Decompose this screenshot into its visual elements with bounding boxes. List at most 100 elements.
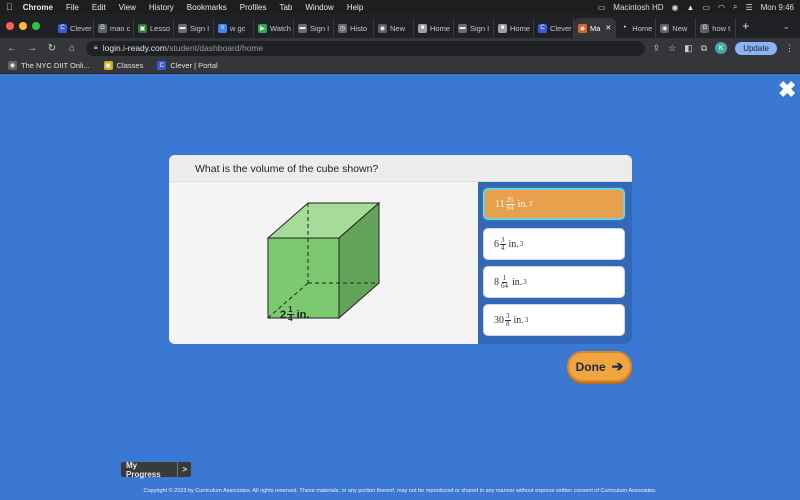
browser-tab[interactable]: ◉ New bbox=[656, 18, 697, 38]
bookmark-nyc-diit[interactable]: ◉ The NYC DIIT Onli... bbox=[8, 61, 90, 70]
adobe-icon[interactable]: ▲ bbox=[687, 3, 695, 12]
browser-tab[interactable]: ◷ Histo bbox=[334, 18, 374, 38]
browser-tab[interactable]: Gman c bbox=[94, 18, 134, 38]
url-host: login.i-ready.com bbox=[102, 43, 167, 53]
browser-tab[interactable]: ▬ Sign I bbox=[294, 18, 334, 38]
choice-denominator: 64 bbox=[501, 281, 508, 290]
apple-menu-icon[interactable]:  bbox=[6, 2, 13, 12]
menu-file[interactable]: File bbox=[66, 3, 79, 12]
zoom-window-button[interactable] bbox=[32, 22, 40, 30]
cube-figure: 2 1 4 in. bbox=[169, 182, 478, 344]
back-arrow-icon[interactable]: ← bbox=[6, 43, 18, 54]
browser-tab[interactable]: ▬ Sign I bbox=[454, 18, 494, 38]
battery-icon[interactable]: ▭ bbox=[702, 3, 710, 12]
home-icon[interactable]: ⌂ bbox=[66, 43, 78, 54]
my-progress-button[interactable]: My Progress > bbox=[121, 461, 191, 479]
new-tab-button[interactable]: + bbox=[742, 19, 749, 33]
tab-close-icon[interactable]: ✕ bbox=[605, 24, 611, 32]
tab-search-chevron-icon[interactable]: ⌄ bbox=[782, 21, 790, 32]
lock-icon: 🔒︎ bbox=[94, 44, 98, 51]
browser-tab[interactable]: ■ Home bbox=[494, 18, 534, 38]
reload-icon[interactable]: ↻ bbox=[46, 43, 58, 54]
drive-icon[interactable]: ▭ bbox=[598, 3, 606, 12]
done-button[interactable]: Done ➔ bbox=[567, 351, 632, 382]
disk-name[interactable]: Macintosh HD bbox=[613, 3, 663, 12]
macos-menu-bar:  Chrome File Edit View History Bookmark… bbox=[0, 0, 800, 14]
tab-label: Clever bbox=[550, 23, 572, 33]
menubar-status-area: ▭ Macintosh HD ◉ ▲ ▭ ◠ ⌕ ☰ Mon 9:46 bbox=[598, 2, 794, 12]
forward-arrow-icon[interactable]: → bbox=[26, 43, 38, 54]
chevron-right-icon: > bbox=[182, 465, 187, 474]
menu-bookmarks[interactable]: Bookmarks bbox=[187, 3, 227, 12]
close-icon[interactable]: ✖ bbox=[778, 79, 796, 101]
tab-favicon-icon: G bbox=[98, 23, 107, 33]
bookmark-label: The NYC DIIT Onli... bbox=[21, 61, 90, 70]
minimize-window-button[interactable] bbox=[19, 22, 27, 30]
answer-choice-1[interactable]: 11 25 64 in. 3 bbox=[483, 188, 625, 220]
update-button[interactable]: Update bbox=[735, 41, 777, 55]
bookmark-classes[interactable]: ▣ Classes bbox=[103, 61, 143, 70]
tab-label: Home bbox=[430, 23, 451, 33]
copyright-footer: Copyright © 2023 by Curriculum Associate… bbox=[143, 488, 657, 494]
tab-label: Home bbox=[510, 23, 531, 33]
menu-history[interactable]: History bbox=[149, 3, 174, 12]
answer-choice-3[interactable]: 8 1 64 in. 3 bbox=[483, 266, 625, 298]
answer-choice-2[interactable]: 6 34 in. 3 bbox=[483, 228, 625, 260]
tab-favicon-icon: C bbox=[58, 23, 67, 33]
browser-tab[interactable]: ■ Home bbox=[414, 18, 454, 38]
bookmark-star-icon[interactable]: ☆ bbox=[668, 43, 676, 54]
menu-profiles[interactable]: Profiles bbox=[240, 3, 267, 12]
choice-exponent: 3 bbox=[524, 316, 529, 324]
browser-tab[interactable]: C Clever bbox=[534, 18, 574, 38]
menu-tab[interactable]: Tab bbox=[279, 3, 292, 12]
answer-choice-4[interactable]: 30 38 in. 3 bbox=[483, 304, 625, 336]
choice-unit: in. bbox=[508, 238, 519, 250]
close-window-button[interactable] bbox=[6, 22, 14, 30]
more-menu-icon[interactable]: ⋮ bbox=[785, 43, 794, 54]
choice-unit: in. bbox=[517, 198, 528, 210]
control-center-icon[interactable]: ☰ bbox=[745, 3, 752, 12]
choice-fraction: 38 bbox=[505, 312, 511, 328]
play-icon[interactable]: ◉ bbox=[672, 3, 679, 12]
choice-fraction: 34 bbox=[500, 236, 506, 252]
browser-tab[interactable]: ◉ New bbox=[374, 18, 414, 38]
extensions-icon[interactable]: ⧉ bbox=[701, 43, 707, 54]
tab-label: Lesso bbox=[150, 23, 171, 33]
tab-favicon-icon: G bbox=[700, 23, 710, 33]
window-controls bbox=[6, 22, 40, 30]
browser-tab[interactable]: ▬ Sign I bbox=[174, 18, 214, 38]
tab-label: Sign I bbox=[470, 23, 490, 33]
menu-window[interactable]: Window bbox=[305, 3, 333, 12]
menu-edit[interactable]: Edit bbox=[92, 3, 106, 12]
address-bar[interactable]: 🔒︎ login.i-ready.com/student/dashboard/h… bbox=[86, 40, 645, 56]
wifi-icon[interactable]: ◠ bbox=[718, 3, 725, 12]
browser-tab[interactable]: ▣ Lesso bbox=[134, 18, 174, 38]
browser-tab[interactable]: ▶ Watch bbox=[254, 18, 294, 38]
choice-denominator: 4 bbox=[501, 243, 505, 252]
profile-avatar[interactable]: K bbox=[715, 42, 728, 54]
tab-label: Clever bbox=[70, 23, 92, 33]
tab-active[interactable]: ◆ Ma ✕ bbox=[574, 18, 617, 38]
toolbar-actions: ⇪ ☆ ◧ ⧉ K Update ⋮ bbox=[653, 41, 794, 55]
browser-tab[interactable]: C Clever bbox=[54, 18, 94, 38]
choice-whole: 8 bbox=[494, 276, 499, 288]
browser-tab[interactable]: Ghow t bbox=[696, 18, 737, 38]
sidebar-icon[interactable]: ◧ bbox=[684, 43, 693, 54]
browser-tab[interactable]: • Home bbox=[616, 18, 657, 38]
browser-tab[interactable]: ≡ w gc bbox=[214, 18, 254, 38]
bookmark-clever[interactable]: C Clever | Portal bbox=[157, 61, 218, 70]
share-icon[interactable]: ⇪ bbox=[653, 43, 661, 54]
menu-view[interactable]: View bbox=[119, 3, 136, 12]
choice-unit: in. bbox=[512, 276, 523, 288]
clock[interactable]: Mon 9:46 bbox=[761, 3, 794, 12]
search-icon[interactable]: ⌕ bbox=[733, 2, 737, 12]
tab-favicon-icon: ▬ bbox=[178, 23, 187, 33]
edge-fraction: 1 4 bbox=[287, 306, 294, 323]
tab-favicon-icon: C bbox=[538, 23, 547, 33]
menu-help[interactable]: Help bbox=[347, 3, 363, 12]
tab-favicon-icon: ▬ bbox=[458, 23, 467, 33]
menu-chrome[interactable]: Chrome bbox=[23, 3, 53, 12]
tab-label: Ma bbox=[590, 23, 601, 33]
choice-whole: 11 bbox=[495, 198, 505, 210]
bookmarks-bar: ◉ The NYC DIIT Onli... ▣ Classes C Cleve… bbox=[0, 58, 800, 74]
